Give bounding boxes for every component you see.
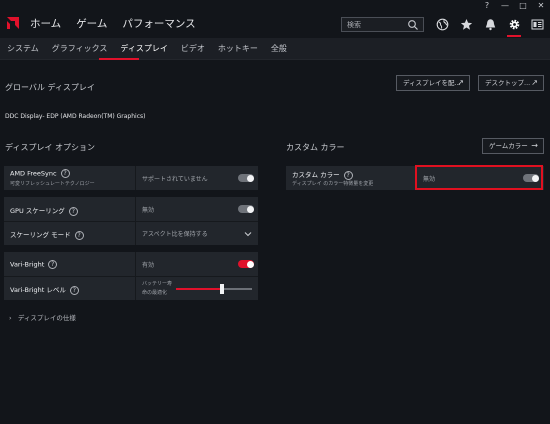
external-link-icon: ↗ <box>531 78 538 87</box>
gpu-scaling-panel: GPU スケーリング? 無効 スケーリング モード? アスペクト比を保持する <box>4 197 258 245</box>
custom-color-row: カスタム カラー? <box>292 169 353 180</box>
help-icon[interactable]: ? <box>343 170 353 180</box>
scaling-mode-row: スケーリング モード? <box>10 229 84 240</box>
profile-card-icon[interactable] <box>531 18 544 31</box>
gpu-scaling-label: GPU スケーリング <box>10 207 65 215</box>
vari-bright-toggle[interactable] <box>238 260 254 268</box>
vari-bright-level-value-line2: 命の最適化 <box>142 290 168 296</box>
tab-graphics[interactable]: グラフィックス <box>52 43 108 54</box>
vari-bright-row: Vari-Bright? <box>10 260 58 269</box>
freesync-value: サポートされていません <box>142 176 208 183</box>
gpu-scaling-toggle[interactable] <box>238 205 254 213</box>
nav-performance[interactable]: パフォーマンス <box>122 16 195 31</box>
tab-video[interactable]: ビデオ <box>181 43 205 54</box>
tab-system[interactable]: システム <box>7 43 39 54</box>
top-bar: ホーム ゲーム パフォーマンス 検索 <box>0 12 550 38</box>
game-color-button-label: ゲームカラー <box>489 142 528 150</box>
desktop-button-label: デスクトップ... <box>485 79 531 87</box>
display-options-title: ディスプレイ オプション <box>5 143 95 152</box>
vari-bright-panel: Vari-Bright? 有効 Vari-Bright レベル? バッテリー寿 … <box>4 252 258 300</box>
help-icon[interactable]: ? <box>69 285 79 295</box>
freesync-sublabel: 可変リフレッシュレートテクノロジー <box>10 181 95 187</box>
custom-color-title: カスタム カラー <box>286 143 345 152</box>
vari-bright-level-value-line1: バッテリー寿 <box>142 281 173 287</box>
scaling-mode-label: スケーリング モード <box>10 231 71 239</box>
bell-icon[interactable] <box>484 18 497 31</box>
search-icon[interactable] <box>407 19 419 31</box>
active-tab-indicator <box>99 58 139 60</box>
vari-bright-level-slider[interactable] <box>176 284 252 294</box>
divider <box>4 276 258 277</box>
display-spec-label: ディスプレイの仕様 <box>17 314 76 322</box>
help-icon[interactable]: ? <box>74 230 84 240</box>
divider <box>135 197 136 245</box>
settings-subnav: システム グラフィックス ディスプレイ ビデオ ホットキー 全般 <box>0 38 550 60</box>
global-display-title: グローバル ディスプレイ <box>5 83 95 92</box>
active-settings-indicator <box>507 35 521 37</box>
maximize-button[interactable]: □ <box>514 0 532 12</box>
gear-icon[interactable] <box>508 18 521 31</box>
custom-color-sublabel: ディスプレイ のカラー特徴量を変更 <box>292 181 374 187</box>
minimize-button[interactable]: — <box>496 0 514 12</box>
vari-bright-label: Vari-Bright <box>10 260 45 269</box>
display-arrange-button[interactable]: ディスプレイを配... ↗ <box>396 75 470 91</box>
custom-color-label: カスタム カラー <box>292 171 340 179</box>
help-icon[interactable]: ? <box>60 169 70 178</box>
tab-hotkeys[interactable]: ホットキー <box>218 43 258 54</box>
tab-general[interactable]: 全般 <box>271 43 287 54</box>
display-arrange-label: ディスプレイを配... <box>403 79 461 87</box>
freesync-label: AMD FreeSync <box>10 169 57 178</box>
vari-bright-level-row: Vari-Bright レベル? <box>10 284 79 295</box>
chevron-right-icon: › <box>9 314 12 322</box>
gpu-scaling-row: GPU スケーリング? <box>10 205 78 216</box>
game-color-button[interactable]: ゲームカラー → <box>482 138 544 154</box>
nav-home[interactable]: ホーム <box>30 16 61 31</box>
arrow-right-icon: → <box>531 141 538 150</box>
display-spec-expander[interactable]: › ディスプレイの仕様 <box>9 312 76 322</box>
divider <box>4 221 258 222</box>
vari-bright-level-label: Vari-Bright レベル <box>10 286 66 294</box>
amd-logo-icon[interactable] <box>6 16 20 30</box>
freesync-toggle[interactable] <box>238 174 254 182</box>
top-navigation: ホーム ゲーム パフォーマンス <box>30 16 211 31</box>
divider <box>135 166 136 190</box>
help-icon[interactable]: ? <box>48 260 58 269</box>
divider <box>135 252 136 300</box>
tab-display[interactable]: ディスプレイ <box>120 43 167 54</box>
freesync-row: AMD FreeSync? <box>10 169 70 178</box>
external-link-icon: ↗ <box>457 78 464 87</box>
display-device-name: DDC Display- EDP (AMD Radeon(TM) Graphic… <box>5 113 146 120</box>
scaling-mode-select[interactable]: アスペクト比を保持する <box>142 229 208 238</box>
desktop-button[interactable]: デスクトップ... ↗ <box>478 75 544 91</box>
vari-bright-value: 有効 <box>142 262 155 269</box>
search-input[interactable]: 検索 <box>347 20 361 30</box>
window-controls: ? — □ ✕ <box>478 0 550 12</box>
chevron-down-icon[interactable] <box>244 231 252 237</box>
gpu-scaling-value: 無効 <box>142 207 155 214</box>
slider-fill <box>176 288 222 290</box>
help-button[interactable]: ? <box>478 0 496 12</box>
help-icon[interactable]: ? <box>68 206 78 216</box>
nav-game[interactable]: ゲーム <box>76 16 107 31</box>
slider-thumb[interactable] <box>220 284 224 294</box>
highlight-frame <box>415 165 543 190</box>
close-button[interactable]: ✕ <box>532 0 550 12</box>
globe-icon[interactable] <box>436 18 449 31</box>
search-box[interactable]: 検索 <box>341 17 424 32</box>
star-icon[interactable] <box>460 18 473 31</box>
freesync-panel: AMD FreeSync? 可変リフレッシュレートテクノロジー サポートされてい… <box>4 166 258 190</box>
